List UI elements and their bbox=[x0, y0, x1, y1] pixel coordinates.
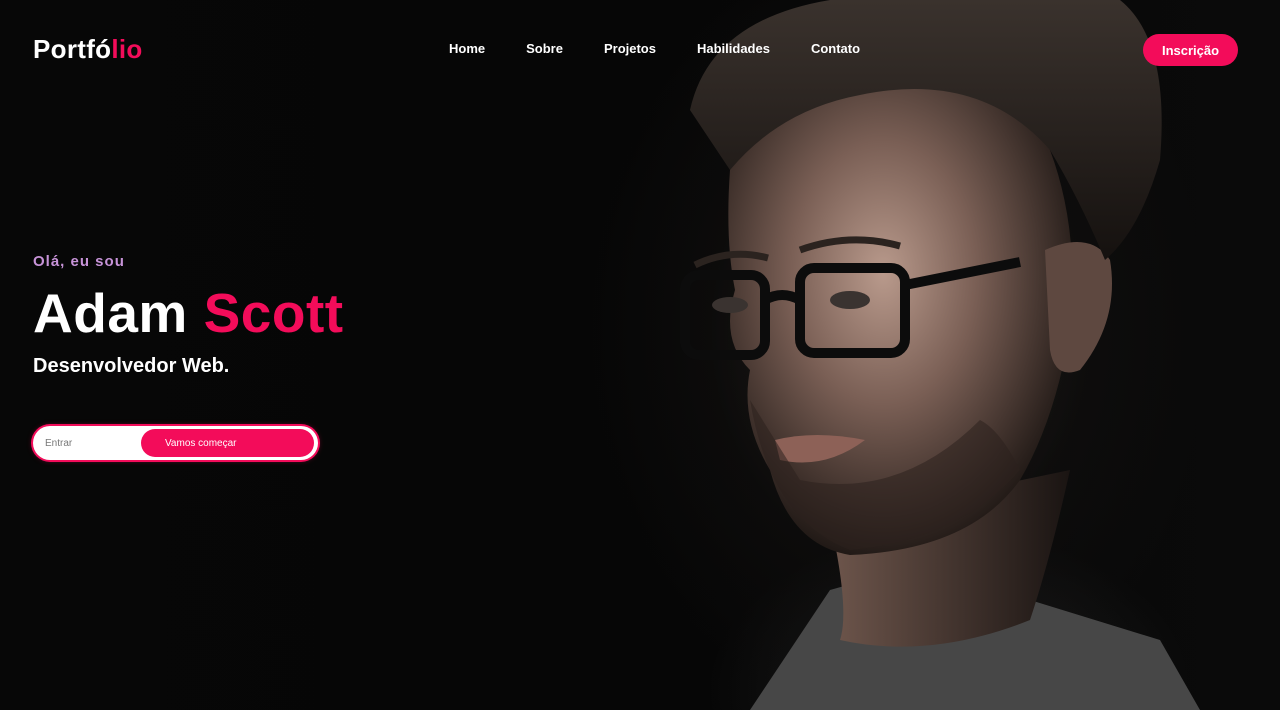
nav-item-home[interactable]: Home bbox=[449, 41, 485, 56]
hero-last-name: Scott bbox=[203, 282, 344, 344]
hero-role: Desenvolvedor Web. bbox=[33, 355, 230, 378]
logo-main-text: Portfó bbox=[33, 34, 112, 64]
email-input[interactable] bbox=[33, 426, 141, 460]
ear-shape bbox=[1045, 242, 1112, 373]
logo-accent-text: lio bbox=[111, 34, 143, 64]
signup-button[interactable]: Inscrição bbox=[1143, 34, 1238, 66]
nav-item-projetos[interactable]: Projetos bbox=[604, 41, 656, 56]
main-nav: Home Sobre Projetos Habilidades Contato bbox=[449, 41, 860, 56]
hero-name: Adam Scott bbox=[33, 282, 344, 345]
nav-item-habilidades[interactable]: Habilidades bbox=[697, 41, 770, 56]
nav-item-contato[interactable]: Contato bbox=[811, 41, 860, 56]
nav-item-sobre[interactable]: Sobre bbox=[526, 41, 563, 56]
get-started-button[interactable]: Vamos começar bbox=[141, 429, 314, 457]
hero-section: Olá, eu sou Adam Scott Desenvolvedor Web… bbox=[33, 253, 344, 378]
site-logo[interactable]: Portfólio bbox=[33, 34, 143, 65]
portrait-photo bbox=[680, 0, 1200, 710]
hero-greeting: Olá, eu sou bbox=[33, 253, 125, 270]
site-header: Portfólio Home Sobre Projetos Habilidade… bbox=[0, 0, 1280, 100]
hero-first-name: Adam bbox=[33, 282, 188, 344]
cta-form: Vamos começar bbox=[33, 426, 318, 460]
